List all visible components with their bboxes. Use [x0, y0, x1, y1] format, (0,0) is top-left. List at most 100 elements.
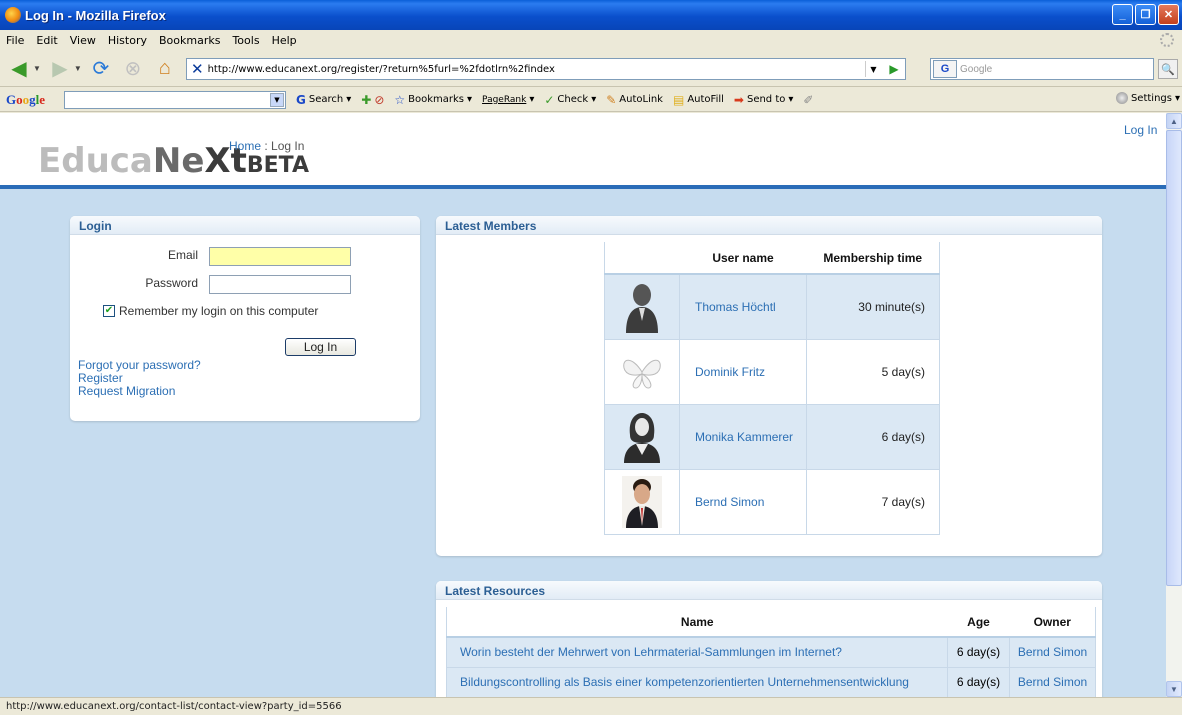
- forward-history-dropdown-icon[interactable]: ▼: [74, 64, 82, 73]
- page-viewport: EducaNeXtBETA Home : Log In Log In Login…: [0, 113, 1166, 697]
- logo-beta: BETA: [246, 153, 309, 178]
- password-field[interactable]: [209, 275, 351, 294]
- url-text[interactable]: http://www.educanext.org/register/?retur…: [208, 64, 555, 75]
- maximize-button[interactable]: ❐: [1135, 4, 1156, 25]
- resource-name-link[interactable]: Bildungscontrolling als Basis einer komp…: [446, 667, 948, 697]
- vertical-scrollbar[interactable]: ▲ ▼: [1166, 113, 1182, 697]
- autofill-label: AutoFill: [687, 94, 724, 105]
- remember-checkbox[interactable]: ✔: [103, 305, 115, 317]
- resources-table: Name Age Owner Worin besteht der Mehrwer…: [446, 607, 1096, 697]
- check-label: Check: [557, 94, 589, 105]
- login-panel: Login Email Password ✔ Remember my login…: [70, 216, 420, 421]
- menu-edit[interactable]: Edit: [30, 34, 63, 47]
- search-engine-icon[interactable]: G: [933, 60, 957, 78]
- forward-icon[interactable]: ▶: [47, 56, 73, 82]
- navigation-toolbar: ◀ ▼ ▶ ▼ ⟳ ⊗ ⌂ ✕ http://www.educanext.org…: [0, 51, 1182, 87]
- remember-label[interactable]: Remember my login on this computer: [119, 304, 318, 318]
- back-icon[interactable]: ◀: [6, 56, 32, 82]
- login-button[interactable]: Log In: [285, 338, 356, 356]
- resource-owner-link[interactable]: Bernd Simon: [1009, 667, 1096, 697]
- autofill-button[interactable]: ▤ AutoFill: [673, 93, 724, 107]
- email-label: Email: [167, 248, 198, 262]
- search-box[interactable]: G Google: [930, 58, 1154, 80]
- search-placeholder[interactable]: Google: [960, 64, 992, 75]
- sendto-button[interactable]: ➡ Send to ▾: [734, 93, 794, 107]
- header-login-link[interactable]: Log In: [1124, 123, 1157, 137]
- google-search-button[interactable]: G Search ▾: [296, 93, 351, 107]
- window-titlebar: Log In - Mozilla Firefox _ ❐ ✕: [0, 0, 1182, 30]
- minimize-button[interactable]: _: [1112, 4, 1133, 25]
- autofill-icon: ▤: [672, 92, 685, 107]
- email-field[interactable]: [209, 247, 351, 266]
- breadcrumb-home-link[interactable]: Home: [229, 139, 261, 153]
- pagerank-button[interactable]: PageRank ▾: [482, 94, 534, 105]
- member-avatar-cell: [604, 274, 680, 340]
- url-history-dropdown-icon[interactable]: ▼: [865, 61, 881, 77]
- scrollbar-thumb[interactable]: [1166, 130, 1182, 586]
- status-text: http://www.educanext.org/contact-list/co…: [6, 701, 342, 712]
- table-row: Worin besteht der Mehrwert von Lehrmater…: [446, 637, 1096, 668]
- google-toolbar-search-input[interactable]: ▼: [64, 90, 286, 109]
- menu-bookmarks[interactable]: Bookmarks: [153, 34, 226, 47]
- spellcheck-button[interactable]: ✓ Check ▾: [544, 93, 596, 107]
- photo-avatar-icon[interactable]: [622, 475, 662, 528]
- close-button[interactable]: ✕: [1158, 4, 1179, 25]
- google-toolbar-logo: Google: [6, 91, 46, 107]
- plus-icon: ✚: [361, 92, 372, 107]
- reload-icon[interactable]: ⟳: [88, 56, 114, 82]
- table-row: Bildungscontrolling als Basis einer komp…: [446, 667, 1096, 697]
- scroll-down-icon[interactable]: ▼: [1166, 681, 1182, 697]
- member-name-link[interactable]: Thomas Höchtl: [679, 274, 807, 340]
- logo-educa: Educa: [38, 141, 153, 181]
- man-avatar-icon[interactable]: [622, 281, 662, 333]
- woman-avatar-icon[interactable]: [622, 411, 662, 463]
- butterfly-avatar-icon[interactable]: [622, 346, 662, 398]
- resources-header-age: Age: [947, 607, 1010, 638]
- resources-header-name: Name: [446, 607, 948, 638]
- member-avatar-cell: [604, 339, 680, 405]
- menu-file[interactable]: File: [0, 34, 30, 47]
- back-history-dropdown-icon[interactable]: ▼: [33, 64, 41, 73]
- menu-help[interactable]: Help: [266, 34, 303, 47]
- members-header-row: User name Membership time: [604, 242, 940, 275]
- resource-owner-link[interactable]: Bernd Simon: [1009, 637, 1096, 668]
- member-name-link[interactable]: Dominik Fritz: [679, 339, 807, 405]
- table-row: Dominik Fritz 5 day(s): [604, 339, 940, 405]
- send-arrow-icon: ➡: [733, 92, 744, 107]
- member-time: 5 day(s): [806, 339, 940, 405]
- table-row: Monika Kammerer 6 day(s): [604, 404, 940, 470]
- resource-age: 6 day(s): [947, 667, 1010, 697]
- highlight-button[interactable]: ✐: [803, 93, 813, 107]
- chevron-down-icon[interactable]: ▼: [270, 92, 284, 107]
- latest-resources-title: Latest Resources: [436, 581, 1102, 600]
- google-toolbar: Google ▼ G Search ▾ ✚ ⊘ ☆ Bookmarks ▾ PageRa…: [0, 88, 1182, 112]
- member-avatar-cell: [604, 404, 680, 470]
- google-bookmarks-button[interactable]: ☆ Bookmarks ▾: [394, 93, 472, 107]
- menu-view[interactable]: View: [64, 34, 102, 47]
- google-toolbar-extra-icons[interactable]: ✚ ⊘: [361, 93, 384, 107]
- google-settings-button[interactable]: Settings ▾: [1115, 92, 1180, 104]
- members-header-time: Membership time: [806, 242, 940, 275]
- resource-name-link[interactable]: Worin besteht der Mehrwert von Lehrmater…: [446, 637, 948, 668]
- firefox-icon: [5, 7, 21, 23]
- breadcrumb-separator: :: [261, 139, 272, 153]
- autolink-button[interactable]: ✎ AutoLink: [606, 93, 663, 107]
- resources-header-row: Name Age Owner: [446, 607, 1096, 638]
- request-migration-link[interactable]: Request Migration: [78, 385, 201, 398]
- star-icon: ☆: [394, 92, 406, 107]
- url-bar[interactable]: ✕ http://www.educanext.org/register/?ret…: [186, 58, 906, 80]
- menu-tools[interactable]: Tools: [226, 34, 265, 47]
- scroll-up-icon[interactable]: ▲: [1166, 113, 1182, 129]
- menu-history[interactable]: History: [102, 34, 153, 47]
- home-icon[interactable]: ⌂: [152, 56, 178, 82]
- member-name-link[interactable]: Monika Kammerer: [679, 404, 807, 470]
- stop-icon[interactable]: ⊗: [120, 56, 146, 82]
- members-table: User name Membership time Thomas Höchtl …: [604, 242, 940, 535]
- remember-login-row[interactable]: ✔ Remember my login on this computer: [103, 304, 318, 318]
- sendto-label: Send to: [746, 94, 786, 105]
- search-icon[interactable]: 🔍: [1158, 59, 1178, 79]
- latest-members-panel: Latest Members User name Membership time…: [436, 216, 1102, 556]
- autolink-label: AutoLink: [619, 94, 663, 105]
- go-icon[interactable]: ▶: [885, 61, 903, 77]
- member-name-link[interactable]: Bernd Simon: [679, 469, 807, 535]
